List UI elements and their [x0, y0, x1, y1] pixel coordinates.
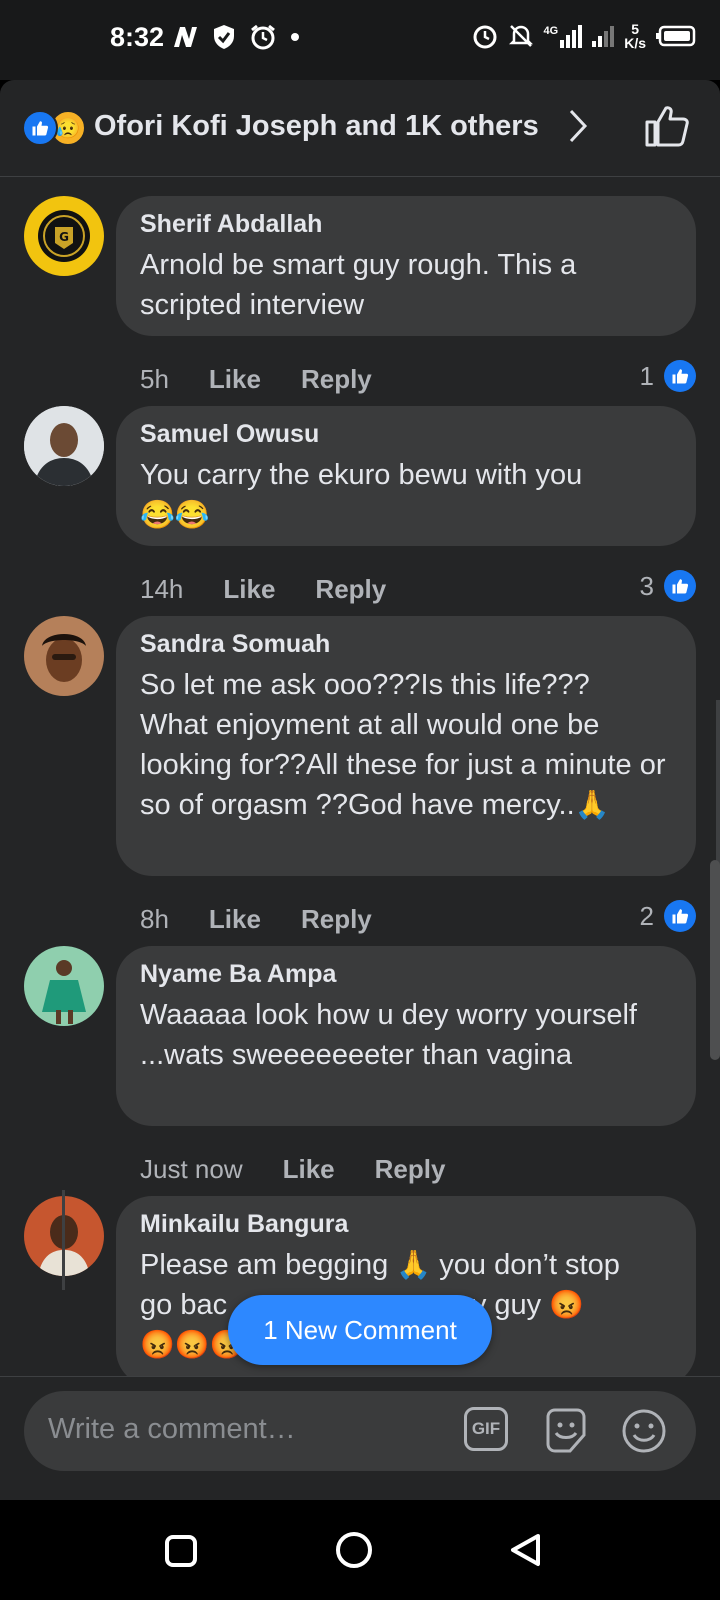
- like-button-icon[interactable]: [644, 104, 690, 148]
- status-right-icons: 4G 5 K/s: [472, 22, 696, 50]
- like-action[interactable]: Like: [209, 364, 261, 395]
- like-reaction-icon: [22, 110, 58, 146]
- comment-author[interactable]: Sherif Abdallah: [140, 210, 672, 239]
- status-left-icons: [172, 24, 300, 50]
- dot-icon: [291, 33, 299, 41]
- comment-author[interactable]: Nyame Ba Ampa: [140, 960, 672, 989]
- reactions-header[interactable]: 😥 Ofori Kofi Joseph and 1K others: [0, 80, 720, 177]
- scroll-track: [716, 700, 720, 870]
- scrollbar-thumb[interactable]: [710, 860, 720, 1060]
- comment-actions: 14h Like Reply: [140, 574, 426, 605]
- like-badge-icon: [664, 900, 696, 932]
- like-action[interactable]: Like: [283, 1154, 335, 1185]
- avatar[interactable]: [24, 406, 104, 486]
- comment-time: 5h: [140, 364, 169, 394]
- reply-action[interactable]: Reply: [375, 1154, 446, 1185]
- comment-emojis: 🙏: [574, 789, 610, 820]
- comment-author[interactable]: Sandra Somuah: [140, 630, 672, 659]
- comment-author[interactable]: Samuel Owusu: [140, 420, 672, 449]
- battery-icon: [656, 25, 696, 47]
- reply-action[interactable]: Reply: [301, 364, 372, 395]
- status-time: 8:32: [110, 22, 165, 52]
- comment-input-placeholder[interactable]: Write a comment…: [48, 1413, 296, 1446]
- comment-emojis: 😂😂: [140, 499, 210, 530]
- system-nav-bar: [0, 1500, 720, 1600]
- net-speed-unit: K/s: [624, 35, 646, 51]
- comment-text-part: you don’t stop: [439, 1249, 620, 1281]
- comment-bubble[interactable]: Sherif Abdallah Arnold be smart guy roug…: [116, 196, 696, 336]
- comment-text: So let me ask ooo???Is this life??? What…: [140, 665, 672, 825]
- like-action[interactable]: Like: [209, 904, 261, 935]
- comment-author[interactable]: Minkailu Bangura: [140, 1210, 672, 1239]
- comment-time: 14h: [140, 574, 184, 604]
- comment-emoji: 🙏: [396, 1249, 432, 1280]
- comment-like-count[interactable]: 2: [640, 900, 696, 932]
- thread-line: [62, 1190, 65, 1290]
- network-label: 4G: [543, 24, 559, 37]
- reactors-summary[interactable]: Ofori Kofi Joseph and 1K others: [94, 110, 539, 143]
- comment-bubble[interactable]: Sandra Somuah So let me ask ooo???Is thi…: [116, 616, 696, 876]
- new-comment-button[interactable]: 1 New Comment: [228, 1295, 492, 1365]
- comment-like-count[interactable]: 3: [640, 570, 696, 602]
- avatar[interactable]: G: [24, 196, 104, 276]
- back-icon[interactable]: [508, 1532, 544, 1568]
- comment-emoji: 😡: [549, 1289, 585, 1320]
- gif-button[interactable]: GIF: [464, 1407, 508, 1451]
- home-icon[interactable]: [334, 1530, 374, 1570]
- reaction-icons: 😥: [22, 110, 86, 146]
- comment-text: You carry the ekuro bewu with you: [140, 459, 583, 491]
- net-speed-value: 5: [631, 21, 639, 37]
- like-action[interactable]: Like: [223, 574, 275, 605]
- alarm-icon: [473, 25, 497, 49]
- comment-actions: 8h Like Reply: [140, 904, 412, 935]
- n-app-icon: [174, 27, 197, 47]
- net-speed: 5 K/s: [624, 22, 646, 50]
- signal-bars-icon: [592, 25, 615, 47]
- comment-bubble[interactable]: Samuel Owusu You carry the ekuro bewu wi…: [116, 406, 696, 546]
- comment-bubble[interactable]: Nyame Ba Ampa Waaaaa look how u dey worr…: [116, 946, 696, 1126]
- status-bar: 8:32 4G 5 K/s: [0, 0, 720, 80]
- like-badge-icon: [664, 360, 696, 392]
- recent-apps-icon[interactable]: [164, 1534, 198, 1568]
- composer-bar: Write a comment… GIF: [0, 1376, 720, 1500]
- shield-icon: [214, 25, 234, 49]
- comment-text-part: go bac: [140, 1289, 228, 1321]
- reply-action[interactable]: Reply: [315, 574, 386, 605]
- avatar[interactable]: [24, 946, 104, 1026]
- emoji-icon[interactable]: [620, 1407, 668, 1455]
- signal-4g-icon: 4G: [543, 24, 583, 48]
- comment-text-part: Please am begging: [140, 1249, 389, 1281]
- sticker-icon[interactable]: [542, 1407, 590, 1455]
- alarm-icon: [251, 24, 275, 50]
- like-badge-icon: [664, 570, 696, 602]
- reply-action[interactable]: Reply: [301, 904, 372, 935]
- avatar[interactable]: [24, 616, 104, 696]
- comments-sheet: 😥 Ofori Kofi Joseph and 1K others G Sher…: [0, 80, 720, 1500]
- like-count: 2: [639, 900, 654, 931]
- chevron-right-icon[interactable]: [568, 108, 588, 144]
- like-count: 1: [639, 360, 654, 391]
- mute-bell-icon: [508, 25, 533, 47]
- comment-time: Just now: [140, 1154, 243, 1184]
- comment-text: Waaaaa look how u dey worry yourself ...…: [140, 999, 637, 1071]
- comment-text: Arnold be smart guy rough. This a script…: [140, 249, 577, 321]
- like-count: 3: [639, 570, 654, 601]
- gif-icon: GIF: [464, 1407, 508, 1451]
- comment-actions: 5h Like Reply: [140, 364, 412, 395]
- comment-time: 8h: [140, 904, 169, 934]
- comment-input[interactable]: Write a comment… GIF: [24, 1391, 696, 1471]
- comment-actions: Just now Like Reply: [140, 1154, 485, 1185]
- svg-text:G: G: [59, 230, 69, 244]
- comment-like-count[interactable]: 1: [640, 360, 696, 392]
